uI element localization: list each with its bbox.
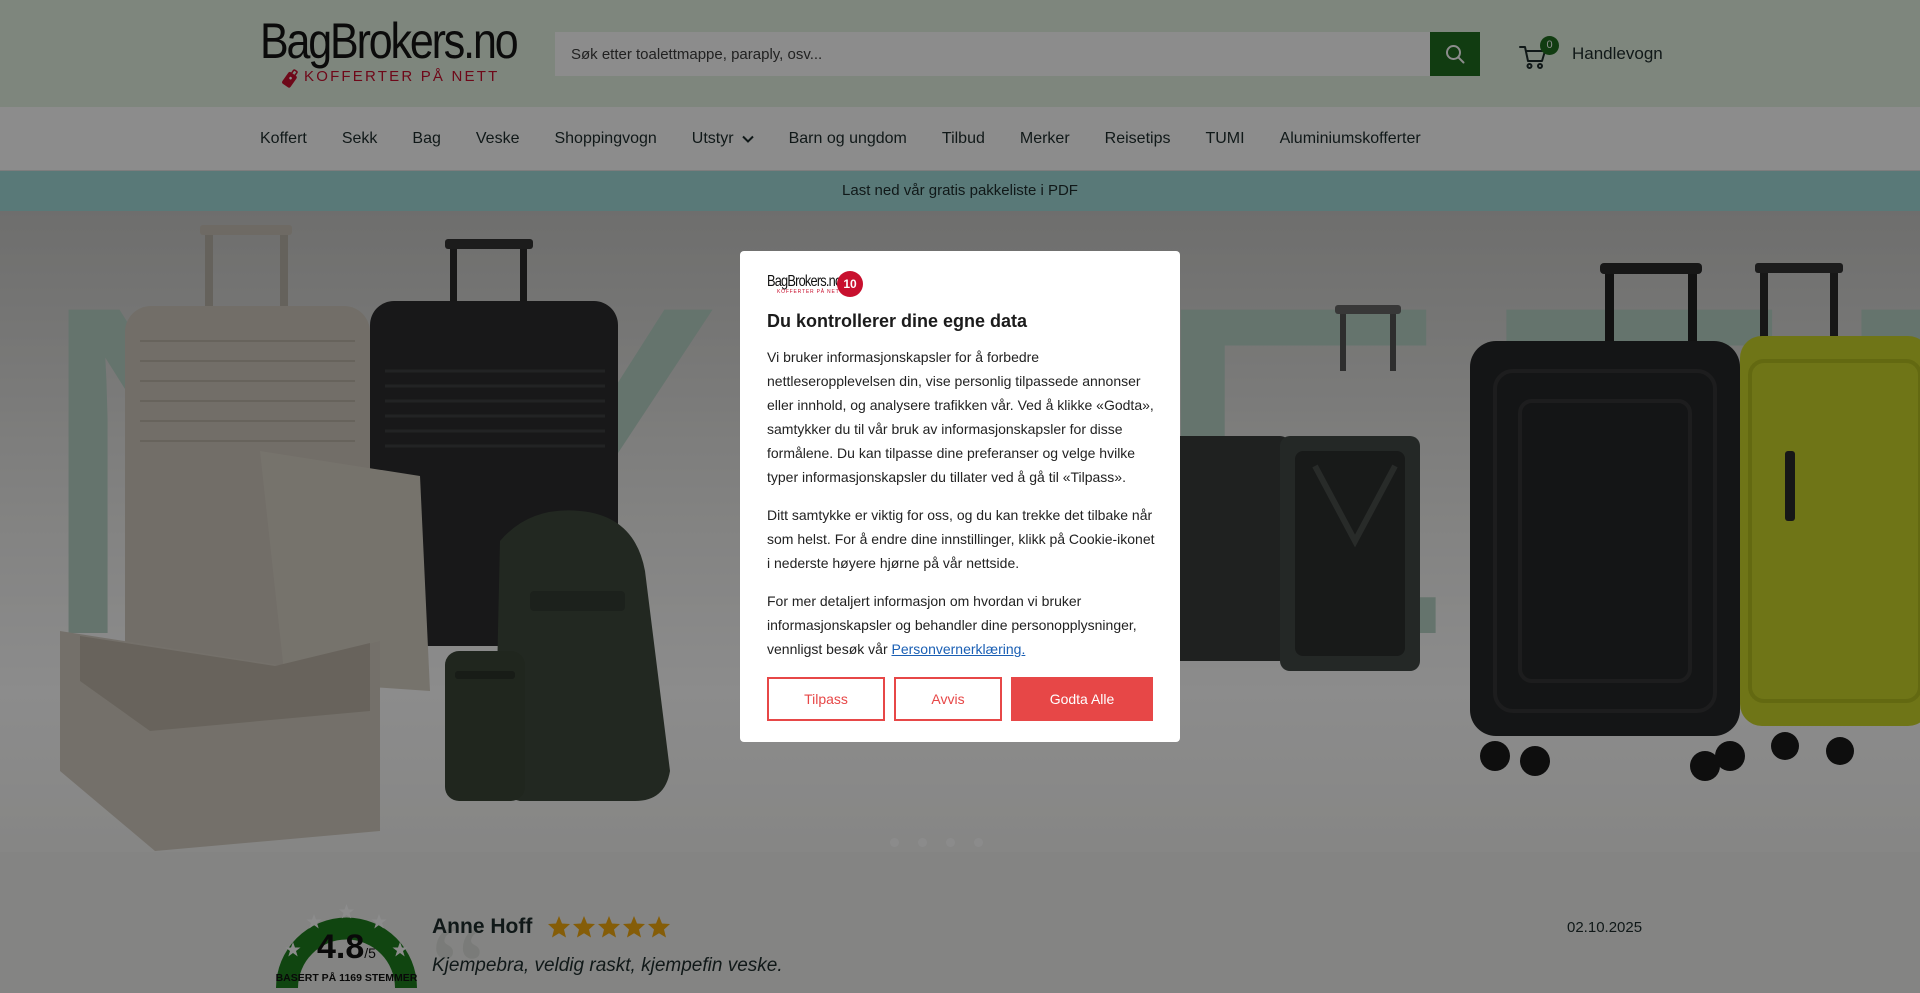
cookie-dialog-logo: BagBrokers.no KOFFERTER PÅ NETT 10 (767, 269, 873, 299)
cookie-dialog-actions: Tilpass Avvis Godta Alle (767, 677, 1153, 721)
cookie-logo-tagline: KOFFERTER PÅ NETT (777, 289, 844, 295)
reject-button[interactable]: Avvis (894, 677, 1002, 721)
cookie-dialog-paragraph-3: For mer detaljert informasjon om hvordan… (767, 589, 1159, 661)
cookie-dialog-paragraph-2: Ditt samtykke er viktig for oss, og du k… (767, 507, 1155, 571)
cookie-consent-dialog: BagBrokers.no KOFFERTER PÅ NETT 10 Du ko… (740, 251, 1180, 742)
anniversary-badge: 10 (837, 271, 863, 297)
accept-all-button[interactable]: Godta Alle (1011, 677, 1153, 721)
customize-button[interactable]: Tilpass (767, 677, 885, 721)
privacy-policy-link[interactable]: Personvernerklæring. (892, 641, 1026, 657)
cookie-dialog-title: Du kontrollerer dine egne data (767, 311, 1028, 331)
cookie-dialog-paragraph-1: Vi bruker informasjonskapsler for å forb… (767, 349, 1154, 485)
